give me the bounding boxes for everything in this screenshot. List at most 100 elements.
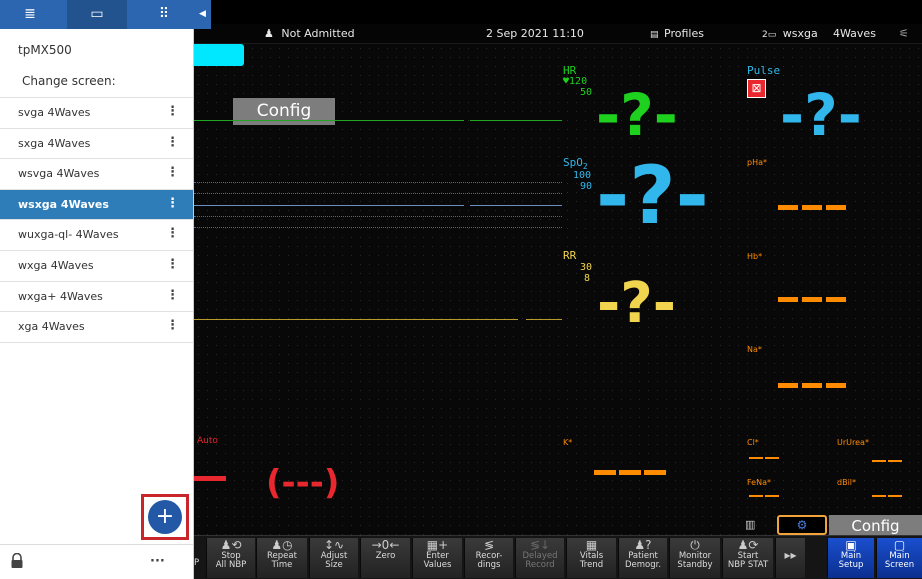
kebab-menu-icon[interactable]: ⋮	[166, 135, 179, 150]
tab-screen-settings[interactable]: ▭	[67, 0, 127, 29]
alarm-volume-icon[interactable]: ⚟	[899, 27, 909, 40]
kebab-menu-icon[interactable]: ⋮	[166, 196, 179, 211]
more-options-icon[interactable]: ···	[150, 554, 165, 569]
toolbar-left-fragment[interactable]: P	[194, 558, 199, 568]
smartkey-button[interactable]: ♟◷ Repeat Time	[256, 538, 307, 578]
screen-name: wsxga	[782, 27, 818, 40]
rr-label[interactable]: RR	[563, 250, 576, 261]
smartkey-label-line2: Size	[325, 560, 343, 570]
spo2-wave-grid-top	[194, 182, 562, 183]
profiles-label: Profiles	[664, 27, 704, 40]
plus-icon: +	[155, 504, 175, 529]
tab-list-settings[interactable]: ≣	[0, 0, 60, 29]
smartkey-icon: ♟⟳	[737, 538, 759, 552]
profiles-icon: ▤	[650, 30, 659, 40]
smartkey-button[interactable]: →0← Zero	[360, 538, 410, 578]
spo2-wave-grid-b	[194, 216, 562, 217]
smartkey-button[interactable]: ≶ Recor-dings	[464, 538, 513, 578]
rr-value[interactable]: -?-	[597, 275, 676, 333]
profiles-button[interactable]: ▤ Profiles	[650, 27, 704, 40]
smartkey-button[interactable]: ≶↓ Delayed Record	[515, 538, 564, 578]
screen-list-divider	[0, 341, 193, 343]
lab-na-value	[778, 383, 846, 388]
lock-icon[interactable]	[10, 553, 24, 569]
spo2-wave-grid-bottom	[194, 227, 562, 228]
kebab-menu-icon[interactable]: ⋮	[166, 165, 179, 180]
smartkey-button[interactable]: ▦+ Enter Values	[412, 538, 462, 578]
screen-list-item-label: wxga+ 4Waves	[18, 289, 103, 303]
lab-urea-label[interactable]: UrUrea*	[837, 438, 869, 447]
smartkey-button[interactable]: ♟⟳ Start NBP STAT	[722, 538, 773, 578]
screen-list-item[interactable]: wsxga 4Waves ⋮	[0, 188, 193, 219]
screen-list-item-label: wxga 4Waves	[18, 259, 94, 272]
spo2-wave-grid-mid	[194, 193, 562, 194]
resp-wave	[194, 319, 518, 320]
smartkey-label-line2: Demogr.	[624, 560, 662, 570]
smartkey-button[interactable]: ▦ Vitals Trend	[566, 538, 616, 578]
hr-alarm-high: ♥120	[563, 77, 587, 87]
spo2-label-text: SpO	[563, 156, 583, 169]
smartkey-icon: ♟◷	[271, 538, 293, 552]
patient-status[interactable]: ♟ Not Admitted	[264, 27, 355, 40]
spo2-value[interactable]: -?-	[596, 155, 709, 237]
lab-urea-value	[872, 460, 902, 462]
smartkey-icon: ▢	[893, 538, 906, 552]
date-time[interactable]: 2 Sep 2021 11:10	[486, 27, 584, 40]
collapse-panel-button[interactable]: ◀	[194, 0, 211, 29]
nbp-value[interactable]: (---)	[266, 463, 339, 503]
pulse-value[interactable]: -?-	[780, 86, 862, 144]
panel-tabs: ≣ ▭ ⠿	[0, 0, 194, 29]
lab-cl-label[interactable]: Cl*	[747, 438, 759, 447]
screen-list-item[interactable]: wuxga-ql- 4Waves ⋮	[0, 219, 193, 249]
smartkey-label-line2: dings	[477, 560, 501, 570]
pulse-label[interactable]: Pulse	[747, 65, 780, 76]
wave-selection-indicator	[194, 44, 244, 66]
lab-pha-label[interactable]: pHa*	[747, 158, 767, 167]
smartkey-button[interactable]: ↕∿ Adjust Size	[309, 538, 358, 578]
smartkey-button[interactable]: ▸▸	[775, 538, 805, 578]
keyboard-icon[interactable]: ▥	[745, 518, 755, 531]
smartkey-icon: ▸▸	[784, 548, 797, 562]
screen-list-item[interactable]: wxga+ 4Waves ⋮	[0, 280, 193, 311]
screen-list-item[interactable]: wsvga 4Waves ⋮	[0, 158, 193, 188]
hr-label[interactable]: HR	[563, 65, 576, 76]
lab-k-value	[594, 470, 666, 475]
screen-selector[interactable]: 2▭ wsxga	[762, 27, 818, 40]
lab-dbil-label[interactable]: dBil*	[837, 478, 856, 487]
hr-value[interactable]: -?-	[596, 86, 678, 144]
smartkey-button[interactable]: ⏻ Monitor Standby	[669, 538, 720, 578]
lab-fena-label[interactable]: FeNa*	[747, 478, 771, 487]
screen-list-item[interactable]: svga 4Waves ⋮	[0, 97, 193, 127]
nbp-auto-label: Auto	[197, 436, 218, 446]
smartkey-button[interactable]: ▢ Main Screen	[876, 538, 922, 578]
waves-label: 4Waves	[833, 27, 876, 40]
kebab-menu-icon[interactable]: ⋮	[166, 104, 179, 119]
tab-grid[interactable]: ⠿	[134, 0, 194, 29]
smartkey-icon: ≶	[483, 538, 495, 552]
smartkey-button[interactable]: ♟⟲ Stop All NBP	[206, 538, 255, 578]
lab-hb-value	[778, 297, 846, 302]
ecg-wave	[194, 120, 464, 121]
kebab-menu-icon[interactable]: ⋮	[166, 288, 179, 303]
panel-footer: ···	[0, 544, 193, 579]
kebab-menu-icon[interactable]: ⋮	[166, 318, 179, 333]
screen-list-item[interactable]: sxga 4Waves ⋮	[0, 127, 193, 158]
smartkey-icon: ⏻	[690, 538, 700, 552]
lab-na-label[interactable]: Na*	[747, 345, 762, 354]
kebab-menu-icon[interactable]: ⋮	[166, 257, 179, 272]
smartkey-icon: ▣	[845, 538, 857, 552]
add-screen-button[interactable]: +	[148, 500, 182, 534]
screen-list-item[interactable]: wxga 4Waves ⋮	[0, 250, 193, 280]
lab-hb-label[interactable]: Hb*	[747, 252, 762, 261]
smartkey-label-line2: NBP STAT	[727, 560, 769, 570]
smartkey-button[interactable]: ▣ Main Setup	[827, 538, 874, 578]
smartkey-label-line2: Setup	[838, 560, 864, 570]
screen-list-item-label: wsxga 4Waves	[18, 197, 109, 211]
smartkey-icon: ↕∿	[323, 538, 345, 552]
smartkey-button[interactable]: ♟? Patient Demogr.	[618, 538, 667, 578]
kebab-menu-icon[interactable]: ⋮	[166, 226, 179, 241]
lab-k-label[interactable]: K*	[563, 438, 572, 447]
toolbar-config-label[interactable]: Config	[829, 515, 922, 537]
screen-list-item[interactable]: xga 4Waves ⋮	[0, 311, 193, 341]
alarm-status-icon[interactable]: ⚙	[777, 515, 827, 535]
